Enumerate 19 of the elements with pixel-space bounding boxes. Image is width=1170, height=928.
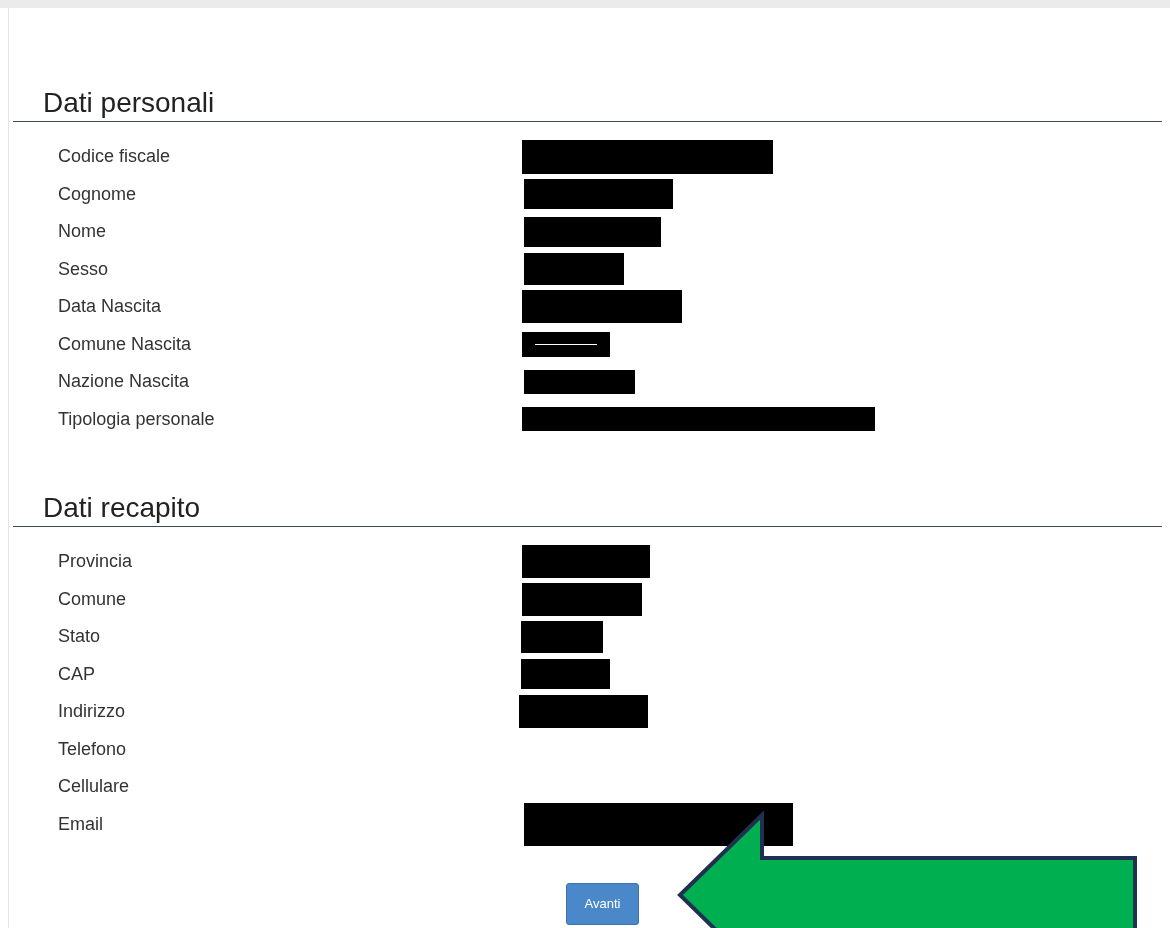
field-label: Email [58, 812, 104, 836]
field-label: Comune Nascita [58, 332, 193, 356]
field-label: Nazione Nascita [58, 370, 191, 394]
field-label: Sesso [58, 257, 110, 281]
section-heading: Dati recapito [43, 493, 201, 522]
field-label: Comune [58, 587, 128, 611]
field-label: Provincia [58, 550, 134, 574]
field-label: CAP [58, 662, 96, 686]
field-label: Stato [58, 625, 102, 649]
field-label: Nome [58, 220, 107, 244]
next-button[interactable]: Avanti [566, 883, 639, 925]
field-label: Cognome [58, 182, 138, 206]
field-label: Codice fiscale [58, 145, 172, 169]
field-label: Telefono [58, 737, 128, 761]
section-heading: Dati personali [43, 88, 215, 117]
field-label: Cellulare [58, 775, 131, 799]
field-label: Data Nascita [58, 295, 163, 319]
field-label: Indirizzo [58, 700, 127, 724]
field-label: Tipologia personale [58, 407, 216, 431]
